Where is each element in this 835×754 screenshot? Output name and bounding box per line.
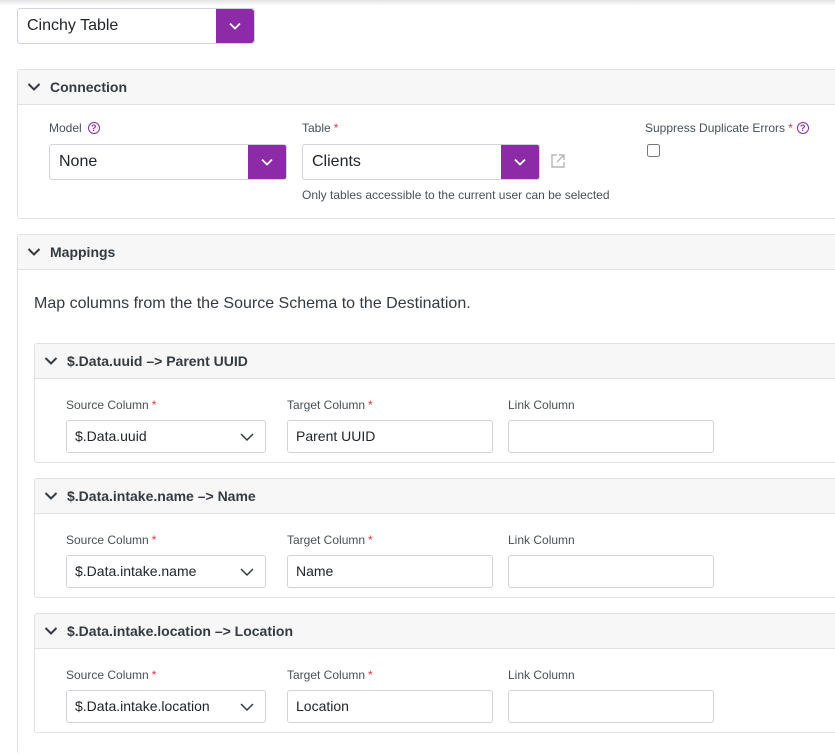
target-column-label: Target Column — [287, 533, 366, 547]
required-marker: * — [368, 533, 373, 547]
mappings-description: Map columns from the the Source Schema t… — [34, 295, 471, 312]
target-column-label: Target Column — [287, 668, 366, 682]
target-column-label-row: Target Column * — [287, 533, 373, 547]
mapping-item: $.Data.uuid –> Parent UUID Source Column… — [34, 343, 835, 463]
link-column-label-row: Link Column — [508, 668, 575, 682]
link-column-input[interactable] — [508, 690, 714, 723]
mapping-item-header[interactable]: $.Data.uuid –> Parent UUID — [35, 344, 835, 379]
source-column-select[interactable]: $.Data.uuid — [66, 420, 266, 453]
chevron-down-icon[interactable] — [43, 353, 59, 369]
source-column-value: $.Data.uuid — [75, 428, 147, 444]
source-column-select[interactable]: $.Data.intake.name — [66, 555, 266, 588]
link-column-label: Link Column — [508, 533, 575, 547]
connection-panel: Connection Model ? None Table * Clients … — [17, 69, 835, 219]
table-select[interactable]: Clients — [302, 144, 540, 180]
table-label-row: Table * — [302, 121, 338, 135]
source-column-value: $.Data.intake.location — [75, 698, 210, 714]
chevron-down-icon — [240, 568, 254, 577]
mapping-item-title: $.Data.intake.name –> Name — [67, 488, 256, 504]
chevron-down-icon[interactable] — [43, 623, 59, 639]
mapping-item: $.Data.intake.location –> Location Sourc… — [34, 613, 835, 733]
mapping-item: $.Data.intake.name –> Name Source Column… — [34, 478, 835, 598]
link-column-label: Link Column — [508, 668, 575, 682]
connection-title: Connection — [50, 79, 127, 95]
required-marker: * — [151, 398, 157, 412]
chevron-down-icon[interactable] — [26, 79, 42, 95]
required-marker: * — [788, 121, 793, 135]
chevron-down-icon[interactable] — [43, 488, 59, 504]
target-column-input[interactable]: Name — [287, 555, 493, 588]
chevron-down-icon — [514, 158, 526, 166]
required-marker: * — [368, 398, 373, 412]
model-value: None — [59, 153, 98, 170]
target-column-label-row: Target Column * — [287, 398, 373, 412]
top-bar-shadow — [0, 0, 835, 6]
destination-type-dropdown-button[interactable] — [216, 9, 254, 43]
model-dropdown-button[interactable] — [248, 145, 286, 179]
mappings-title: Mappings — [50, 244, 116, 260]
source-column-label-row: Source Column * — [66, 533, 156, 547]
model-select[interactable]: None — [49, 144, 287, 180]
target-column-input[interactable]: Location — [287, 690, 493, 723]
destination-type-value: Cinchy Table — [27, 17, 119, 34]
link-column-input[interactable] — [508, 555, 714, 588]
source-column-label: Source Column — [66, 668, 149, 682]
link-column-input[interactable] — [508, 420, 714, 453]
suppress-label-row: Suppress Duplicate Errors * ? — [645, 121, 809, 135]
source-column-select[interactable]: $.Data.intake.location — [66, 690, 266, 723]
required-marker: * — [151, 668, 157, 682]
target-column-label-row: Target Column * — [287, 668, 373, 682]
required-marker: * — [151, 533, 157, 547]
target-column-input[interactable]: Parent UUID — [287, 420, 493, 453]
source-column-label-row: Source Column * — [66, 398, 156, 412]
required-marker: * — [333, 121, 339, 135]
mapping-item-header[interactable]: $.Data.intake.location –> Location — [35, 614, 835, 649]
mapping-item-header[interactable]: $.Data.intake.name –> Name — [35, 479, 835, 514]
model-label: Model — [49, 121, 82, 135]
link-column-label: Link Column — [508, 398, 575, 412]
table-hint: Only tables accessible to the current us… — [302, 188, 610, 202]
link-column-label-row: Link Column — [508, 533, 575, 547]
external-link-icon[interactable] — [549, 152, 567, 170]
source-column-label: Source Column — [66, 533, 149, 547]
table-value: Clients — [312, 153, 361, 170]
link-column-label-row: Link Column — [508, 398, 575, 412]
source-column-label-row: Source Column * — [66, 668, 156, 682]
help-icon[interactable]: ? — [87, 122, 100, 134]
source-column-value: $.Data.intake.name — [75, 563, 197, 579]
suppress-label: Suppress Duplicate Errors — [645, 121, 786, 135]
mapping-item-title: $.Data.uuid –> Parent UUID — [67, 353, 248, 369]
required-marker: * — [368, 668, 373, 682]
model-label-row: Model ? — [49, 121, 100, 135]
target-column-value: Location — [296, 698, 349, 714]
connection-header[interactable]: Connection — [18, 70, 835, 105]
chevron-down-icon — [240, 433, 254, 442]
destination-type-select[interactable]: Cinchy Table — [17, 8, 255, 44]
target-column-value: Name — [296, 563, 334, 579]
chevron-down-icon — [261, 158, 273, 166]
help-icon[interactable]: ? — [796, 122, 809, 134]
table-dropdown-button[interactable] — [501, 145, 539, 179]
chevron-down-icon — [240, 703, 254, 712]
target-column-value: Parent UUID — [296, 428, 376, 444]
target-column-label: Target Column — [287, 398, 366, 412]
source-column-label: Source Column — [66, 398, 149, 412]
table-label: Table — [302, 121, 331, 135]
suppress-duplicate-errors-checkbox[interactable] — [647, 144, 660, 157]
mapping-item-title: $.Data.intake.location –> Location — [67, 623, 294, 639]
chevron-down-icon — [229, 22, 241, 30]
chevron-down-icon[interactable] — [26, 244, 42, 260]
mappings-header[interactable]: Mappings — [18, 235, 835, 270]
